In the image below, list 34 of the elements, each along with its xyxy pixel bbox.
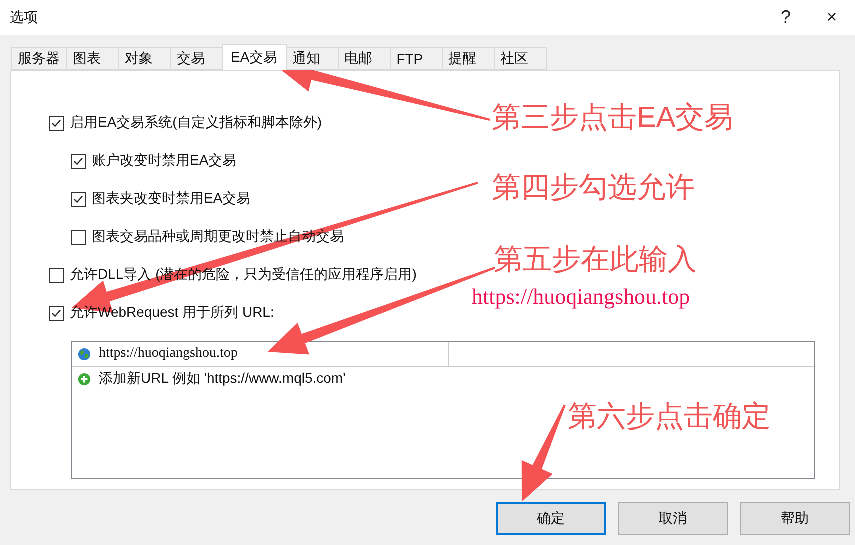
tab[interactable]: FTP: [390, 47, 443, 70]
help-button[interactable]: ?: [763, 0, 809, 35]
dialog-button[interactable]: 确定: [496, 502, 606, 535]
tab[interactable]: 提醒: [442, 47, 495, 70]
annotation-text: 第五步在此输入: [494, 243, 697, 278]
checkbox[interactable]: [71, 192, 86, 206]
url-entry[interactable]: https://huoqiangshou.top: [99, 346, 238, 362]
checkbox-label: 图表夹改变时禁用EA交易: [92, 190, 251, 208]
dialog-button[interactable]: 帮助: [740, 502, 850, 535]
tab[interactable]: 电邮: [338, 47, 391, 70]
checkbox[interactable]: [49, 116, 64, 130]
tab[interactable]: EA交易: [222, 44, 287, 70]
add-url-item[interactable]: 添加新URL 例如 'https://www.mql5.com': [99, 370, 346, 388]
checkbox-label: 账户改变时禁用EA交易: [92, 152, 237, 170]
dialog-button[interactable]: 取消: [618, 502, 728, 535]
close-button[interactable]: ×: [809, 0, 855, 35]
annotation-text: https://huoqiangshou.top: [472, 284, 690, 310]
annotation-text: 第六步点击确定: [568, 400, 771, 435]
annotation-text: 第三步点击EA交易: [492, 101, 734, 136]
tab[interactable]: 服务器: [11, 47, 67, 70]
tab[interactable]: 对象: [118, 47, 171, 70]
globe-icon: [78, 348, 91, 360]
tab[interactable]: 交易: [170, 47, 223, 70]
annotation-text: 第四步勾选允许: [492, 171, 695, 206]
checkbox[interactable]: [71, 154, 86, 168]
checkbox[interactable]: [71, 230, 86, 244]
checkbox[interactable]: [49, 306, 64, 320]
window-title: 选项: [10, 8, 39, 26]
tab[interactable]: 通知: [286, 47, 339, 70]
checkbox[interactable]: [49, 268, 64, 282]
tab[interactable]: 社区: [494, 47, 547, 70]
checkbox-label: 启用EA交易系统(自定义指标和脚本除外): [70, 114, 322, 132]
plus-icon: [78, 372, 91, 386]
tab[interactable]: 图表: [66, 47, 119, 70]
